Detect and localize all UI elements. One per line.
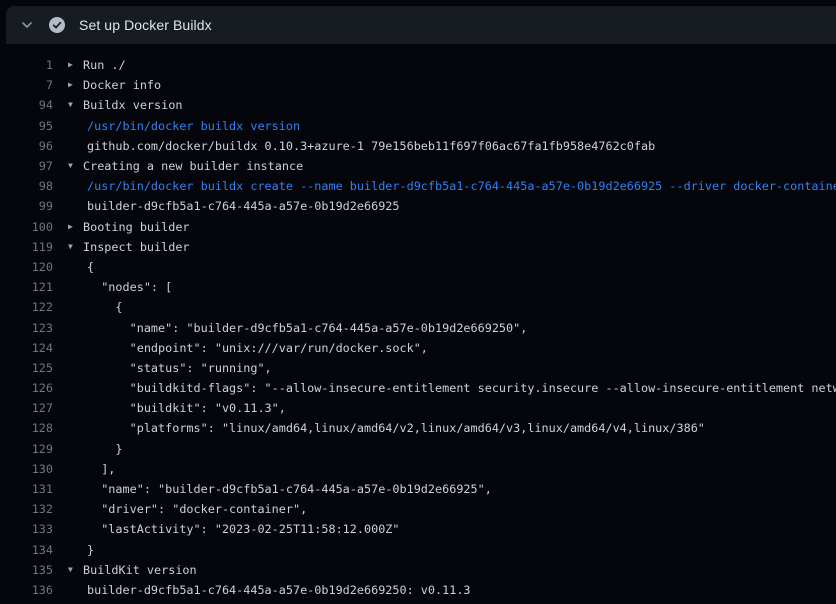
log-group-header[interactable]: 97 ▼ Creating a new builder instance <box>0 156 836 176</box>
log-line: 133 "lastActivity": "2023-02-25T11:58:12… <box>0 519 836 539</box>
line-number[interactable]: 94 <box>0 98 53 112</box>
log-line: 98 /usr/bin/docker buildx create --name … <box>0 176 836 196</box>
line-number[interactable]: 98 <box>0 179 53 193</box>
log-text: Creating a new builder instance <box>83 159 303 173</box>
log-text: "nodes": [ <box>87 280 172 294</box>
log-text: "name": "builder-d9cfb5a1-c764-445a-a57e… <box>87 321 527 335</box>
log-text: } <box>87 442 123 456</box>
group-toggle-icon[interactable]: ▼ <box>68 101 81 109</box>
log-line: 131 "name": "builder-d9cfb5a1-c764-445a-… <box>0 479 836 499</box>
line-number[interactable]: 135 <box>0 563 53 577</box>
line-number[interactable]: 130 <box>0 462 53 476</box>
log-line: 126 "buildkitd-flags": "--allow-insecure… <box>0 378 836 398</box>
log-text: Run ./ <box>83 58 126 72</box>
log-text: Inspect builder <box>83 240 190 254</box>
step-title: Set up Docker Buildx <box>79 17 212 33</box>
log-text: github.com/docker/buildx 0.10.3+azure-1 … <box>87 139 655 153</box>
log-text: "status": "running", <box>87 361 272 375</box>
log-line: 124 "endpoint": "unix:///var/run/docker.… <box>0 338 836 358</box>
log-group-header[interactable]: 94 ▼ Buildx version <box>0 95 836 115</box>
log-line: 132 "driver": "docker-container", <box>0 499 836 519</box>
group-toggle-icon[interactable]: ▼ <box>68 243 81 251</box>
log-text: "driver": "docker-container", <box>87 502 307 516</box>
log-line: 122 { <box>0 297 836 317</box>
log-line: 123 "name": "builder-d9cfb5a1-c764-445a-… <box>0 317 836 337</box>
status-check-icon <box>49 17 65 33</box>
log-text: ], <box>87 462 115 476</box>
chevron-down-icon[interactable] <box>19 17 35 33</box>
log-line: 99 builder-d9cfb5a1-c764-445a-a57e-0b19d… <box>0 196 836 216</box>
log-group-header[interactable]: 135 ▼ BuildKit version <box>0 560 836 580</box>
line-number[interactable]: 127 <box>0 401 53 415</box>
log-text: "buildkit": "v0.11.3", <box>87 401 286 415</box>
log-text: "endpoint": "unix:///var/run/docker.sock… <box>87 341 428 355</box>
log-text: "lastActivity": "2023-02-25T11:58:12.000… <box>87 522 400 536</box>
log-group-header[interactable]: 7 ▶ Docker info <box>0 75 836 95</box>
log-group-header[interactable]: 1 ▶ Run ./ <box>0 55 836 75</box>
line-number[interactable]: 122 <box>0 300 53 314</box>
line-number[interactable]: 96 <box>0 139 53 153</box>
line-number[interactable]: 126 <box>0 381 53 395</box>
line-number[interactable]: 128 <box>0 421 53 435</box>
group-toggle-icon[interactable]: ▼ <box>68 566 81 574</box>
line-number[interactable]: 123 <box>0 321 53 335</box>
line-number[interactable]: 119 <box>0 240 53 254</box>
log-text: BuildKit version <box>83 563 197 577</box>
line-number[interactable]: 131 <box>0 482 53 496</box>
step-header[interactable]: Set up Docker Buildx <box>6 6 836 44</box>
group-toggle-icon[interactable]: ▼ <box>68 162 81 170</box>
group-toggle-icon[interactable]: ▶ <box>68 61 81 69</box>
log-text: Buildx version <box>83 98 182 112</box>
line-number[interactable]: 132 <box>0 502 53 516</box>
log-line: 95 /usr/bin/docker buildx version <box>0 116 836 136</box>
group-toggle-icon[interactable]: ▶ <box>68 81 81 89</box>
line-number[interactable]: 95 <box>0 119 53 133</box>
log-line: 128 "platforms": "linux/amd64,linux/amd6… <box>0 418 836 438</box>
line-number[interactable]: 124 <box>0 341 53 355</box>
line-number[interactable]: 133 <box>0 522 53 536</box>
line-number[interactable]: 97 <box>0 159 53 173</box>
line-number[interactable]: 120 <box>0 260 53 274</box>
line-number[interactable]: 125 <box>0 361 53 375</box>
group-toggle-icon[interactable]: ▶ <box>68 223 81 231</box>
line-number[interactable]: 1 <box>0 58 53 72</box>
log-text: Docker info <box>83 78 161 92</box>
log-line: 127 "buildkit": "v0.11.3", <box>0 398 836 418</box>
line-number[interactable]: 100 <box>0 220 53 234</box>
log-text: "name": "builder-d9cfb5a1-c764-445a-a57e… <box>87 482 492 496</box>
log-group-header[interactable]: 119 ▼ Inspect builder <box>0 237 836 257</box>
log-text: builder-d9cfb5a1-c764-445a-a57e-0b19d2e6… <box>87 583 471 597</box>
line-number[interactable]: 129 <box>0 442 53 456</box>
log-text: { <box>87 300 123 314</box>
log-text: /usr/bin/docker buildx version <box>87 119 300 133</box>
log-group-header[interactable]: 100 ▶ Booting builder <box>0 217 836 237</box>
log-line: 130 ], <box>0 459 836 479</box>
log-text: Booting builder <box>83 220 190 234</box>
line-number[interactable]: 136 <box>0 583 53 597</box>
log-line: 125 "status": "running", <box>0 358 836 378</box>
log-text: } <box>87 543 94 557</box>
log-line: 121 "nodes": [ <box>0 277 836 297</box>
log-line: 134 } <box>0 540 836 560</box>
log-text: "buildkitd-flags": "--allow-insecure-ent… <box>87 381 836 395</box>
log-line: 136 builder-d9cfb5a1-c764-445a-a57e-0b19… <box>0 580 836 600</box>
log-text: builder-d9cfb5a1-c764-445a-a57e-0b19d2e6… <box>87 199 400 213</box>
log-line: 96 github.com/docker/buildx 0.10.3+azure… <box>0 136 836 156</box>
line-number[interactable]: 99 <box>0 199 53 213</box>
log-line: 120 { <box>0 257 836 277</box>
line-number[interactable]: 134 <box>0 543 53 557</box>
line-number[interactable]: 121 <box>0 280 53 294</box>
log-area: 1 ▶ Run ./ 7 ▶ Docker info 94 ▼ Buildx v… <box>0 44 836 604</box>
line-number[interactable]: 7 <box>0 78 53 92</box>
log-text: /usr/bin/docker buildx create --name bui… <box>87 179 836 193</box>
log-text: "platforms": "linux/amd64,linux/amd64/v2… <box>87 421 705 435</box>
log-line: 129 } <box>0 439 836 459</box>
log-text: { <box>87 260 94 274</box>
